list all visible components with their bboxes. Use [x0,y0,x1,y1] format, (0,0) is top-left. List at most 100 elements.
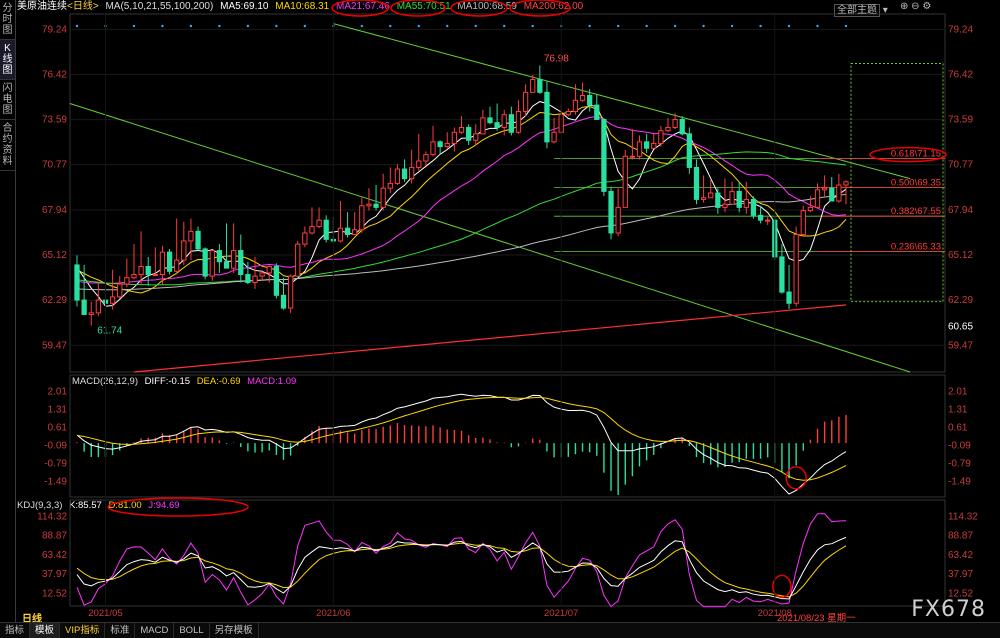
candle-body [366,203,372,207]
bottom-tab-standard[interactable]: 标准 [105,623,136,638]
candle-body [672,118,678,128]
candle-body [259,272,265,277]
event-marker [702,24,705,28]
candle-body [530,79,536,93]
event-marker [616,24,620,28]
event-marker [673,24,677,28]
candle-body [594,104,600,120]
candle-body [166,251,173,272]
channel-upper-line [333,23,911,180]
candle-body [800,210,806,236]
macd-y-tick-left: -0.79 [44,458,67,469]
candle-body [202,248,208,277]
ma200-line [133,304,847,373]
event-marker [787,24,791,28]
candle-body [316,219,322,228]
candle-body [323,219,329,240]
macd-y-tick-right: 0.61 [948,422,968,433]
candle-body [508,114,514,133]
candle-body [131,274,137,279]
candle-body [373,203,379,208]
candle-body [729,190,735,205]
kdj-y-tick-left: 37.97 [42,569,67,580]
candle-body [188,230,194,242]
candle-body [807,206,814,212]
candle-body [565,110,571,116]
macd-y-tick-right: -0.79 [948,458,971,469]
candle-body [266,266,272,274]
candle-body [95,299,101,314]
candle-body [430,141,436,156]
ma100-line [76,193,847,291]
macd-y-tick-right: 2.01 [948,386,968,397]
candle-body [152,274,158,277]
candle-body [622,155,628,208]
macd-y-tick-left: -1.49 [44,476,67,487]
event-marker [246,24,250,28]
fib-label: 0.500\69.35 [891,177,941,188]
candle-body [544,91,550,143]
y-tick-right: 76.42 [948,69,973,80]
candle-body [458,126,465,133]
bottom-tab-template[interactable]: 模板 [30,623,61,638]
candle-body [444,142,450,148]
macd-y-tick-right: 1.31 [948,404,968,415]
candle-body [700,197,707,200]
chart-canvas[interactable]: 79.24 79.24 76.42 76.42 73.59 73.59 70.77 70.77… [0,0,1000,622]
bottom-tab-macd[interactable]: MACD [135,623,175,638]
candle-body [451,131,458,144]
event-marker [816,24,819,28]
candle-body [409,166,415,180]
candle-body [636,141,643,157]
event-marker [759,24,762,28]
y-tick-left: 73.59 [42,115,67,126]
bottom-tab-boll[interactable]: BOLL [174,623,210,638]
candle-body [473,133,479,141]
candle-body [280,294,287,309]
macd-y-tick-left: 0.61 [48,422,68,433]
y-tick-right: 62.29 [948,295,973,306]
macd-y-tick-left: 2.01 [48,386,68,397]
candle-body [145,266,151,276]
x-tick: 2021/06 [316,608,350,619]
candle-body [750,198,757,216]
bottom-tab-indicator[interactable]: 指标 [0,623,31,638]
y-tick-right: 73.59 [948,115,973,126]
bottom-toolbar: 指标 模板 VIP指标 标准 MACD BOLL 另存模板 [0,622,1000,638]
candle-body [686,133,692,168]
candle-body [88,312,94,315]
event-marker [360,24,364,28]
candle-body [601,118,607,192]
candle-body [665,126,671,132]
kdj-j-line [76,513,847,608]
candle-body [195,230,201,250]
candle-body [515,110,522,133]
event-marker [588,24,591,28]
candle-body [615,206,621,234]
event-marker [645,24,648,28]
candle-body [629,155,636,158]
macd-diff-line [76,393,847,495]
candle-body [394,168,401,184]
candle-body [138,266,144,276]
kdj-y-tick-right: 88.87 [948,531,973,542]
y-tick-left: 62.29 [42,295,67,306]
bottom-tab-vip[interactable]: VIP指标 [60,623,106,638]
y-tick-right: 70.77 [948,160,973,171]
kdj-highlight-ellipse [772,574,792,599]
macd-y-tick-right: -1.49 [948,476,971,487]
candle-body [238,250,244,276]
candle-body [608,190,614,234]
candle-body [537,79,543,93]
kdj-y-tick-right: 63.42 [948,550,973,561]
bottom-tab-save-template[interactable]: 另存模板 [210,623,259,638]
fib-label: 0.382\67.55 [891,206,941,217]
candle-body [829,187,835,202]
macd-y-tick-left: -0.09 [44,440,67,451]
fib-label: 0.618\71.15 [891,149,941,160]
candle-body [765,219,771,222]
candle-body [252,275,258,284]
candle-body [387,182,393,189]
y-tick-left: 59.47 [42,340,67,351]
event-marker [417,24,420,28]
